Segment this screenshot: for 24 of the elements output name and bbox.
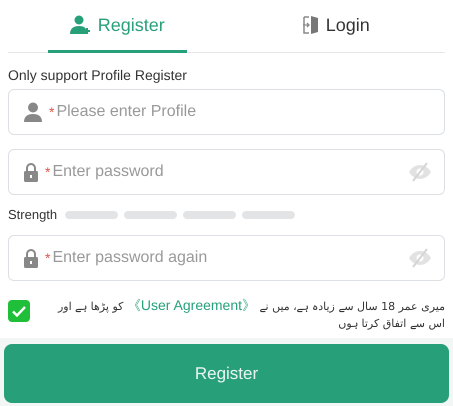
lock-icon [23,248,39,268]
required-mark: * [49,104,54,120]
tab[interactable]: Login [226,0,445,52]
input-field[interactable]: *Enter password again [8,235,445,281]
strength-label: Strength [8,207,58,222]
input-field[interactable]: *Please enter Profile [8,89,445,135]
input-field[interactable]: *Enter password [8,149,445,195]
check-icon [12,306,26,316]
eye-off-icon[interactable] [408,248,432,268]
required-mark: * [45,250,50,266]
door-icon [302,15,320,35]
user-agreement-link[interactable]: 《User Agreement》 [126,297,256,313]
register-button[interactable]: Register [4,344,449,403]
eye-off-icon[interactable] [408,162,432,182]
user-add-icon [70,15,92,35]
hint-text: Only support Profile Register [8,67,188,83]
password-field[interactable]: Enter password [52,163,402,181]
lock-icon [23,162,39,182]
text-field[interactable]: Please enter Profile [56,103,432,121]
user-icon [23,102,43,122]
tab[interactable]: Register [8,0,226,52]
password-field[interactable]: Enter password again [52,249,402,267]
checkbox[interactable] [8,300,30,322]
required-mark: * [45,164,50,180]
